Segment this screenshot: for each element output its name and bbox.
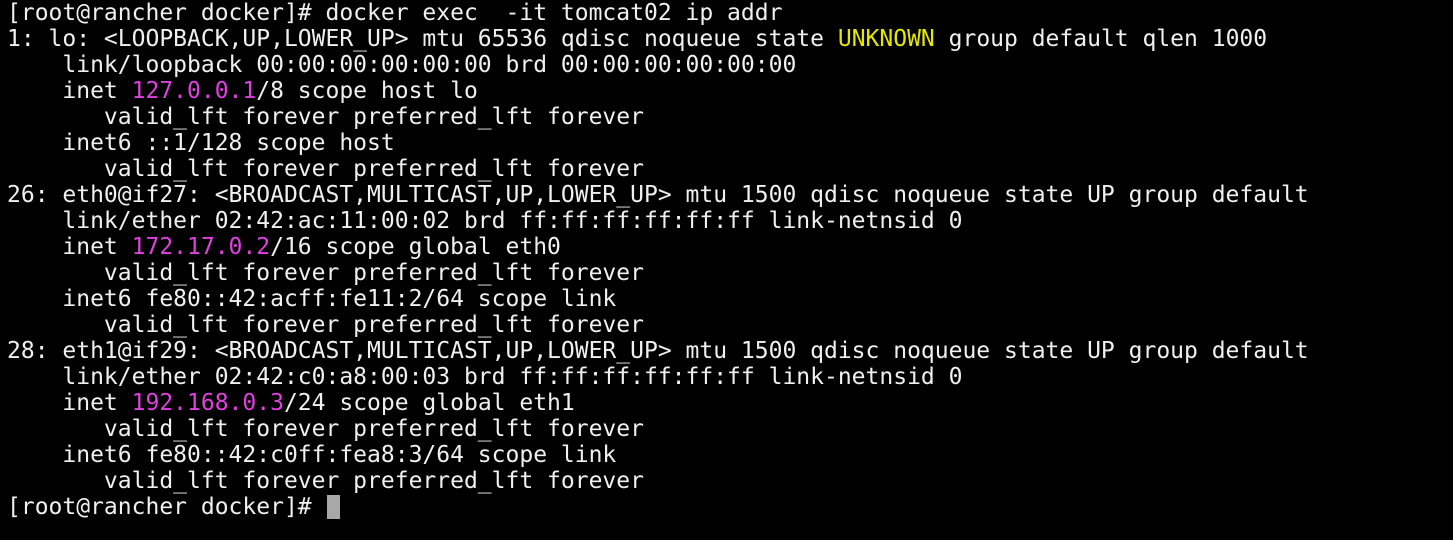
line-text: [root@rancher docker]# — [7, 494, 326, 520]
line-text: group default qlen 1000 — [934, 26, 1268, 52]
line-text: inet — [7, 390, 132, 416]
line-text: 1: lo: <LOOPBACK,UP,LOWER_UP> mtu 65536 … — [7, 26, 838, 52]
line-text: inet — [7, 78, 132, 104]
terminal-line: inet 172.17.0.2/16 scope global eth0 — [7, 234, 1453, 260]
terminal-line: inet6 ::1/128 scope host — [7, 130, 1453, 156]
line-text: valid_lft forever preferred_lft forever — [7, 104, 644, 130]
terminal-line: valid_lft forever preferred_lft forever — [7, 156, 1453, 182]
terminal-line: inet 192.168.0.3/24 scope global eth1 — [7, 390, 1453, 416]
terminal-line: valid_lft forever preferred_lft forever — [7, 260, 1453, 286]
line-text: valid_lft forever preferred_lft forever — [7, 156, 644, 182]
ip-address: 172.17.0.2 — [131, 234, 271, 260]
line-text: inet — [7, 234, 132, 260]
line-text: inet6 ::1/128 scope host — [7, 130, 395, 156]
line-text: valid_lft forever preferred_lft forever — [7, 468, 644, 494]
line-text: 26: eth0@if27: <BROADCAST,MULTICAST,UP,L… — [7, 182, 1309, 208]
ip-address: 127.0.0.1 — [131, 78, 257, 104]
line-text: /24 scope global eth1 — [283, 390, 575, 416]
ip-address: 192.168.0.3 — [131, 390, 284, 416]
terminal-line: inet6 fe80::42:acff:fe11:2/64 scope link — [7, 286, 1453, 312]
terminal-line: valid_lft forever preferred_lft forever — [7, 312, 1453, 338]
state-value: UNKNOWN — [837, 26, 935, 52]
line-text: /16 scope global eth0 — [270, 234, 561, 260]
terminal-line: [root@rancher docker]# docker exec -it t… — [7, 0, 1453, 26]
line-text: link/loopback 00:00:00:00:00:00 brd 00:0… — [7, 52, 797, 78]
terminal-line: link/loopback 00:00:00:00:00:00 brd 00:0… — [7, 52, 1453, 78]
line-text: valid_lft forever preferred_lft forever — [7, 260, 644, 286]
line-text: [root@rancher docker]# docker exec -it t… — [7, 0, 783, 26]
line-text: link/ether 02:42:c0:a8:00:03 brd ff:ff:f… — [7, 364, 963, 390]
terminal-line: inet 127.0.0.1/8 scope host lo — [7, 78, 1453, 104]
line-text: valid_lft forever preferred_lft forever — [7, 416, 644, 442]
terminal-line: link/ether 02:42:ac:11:00:02 brd ff:ff:f… — [7, 208, 1453, 234]
terminal-line: valid_lft forever preferred_lft forever — [7, 104, 1453, 130]
line-text: valid_lft forever preferred_lft forever — [7, 312, 644, 338]
terminal-line: valid_lft forever preferred_lft forever — [7, 468, 1453, 494]
cursor-block — [326, 495, 340, 519]
line-text: 28: eth1@if29: <BROADCAST,MULTICAST,UP,L… — [7, 338, 1309, 364]
terminal-line: valid_lft forever preferred_lft forever — [7, 416, 1453, 442]
terminal-window[interactable]: [root@rancher docker]# docker exec -it t… — [0, 0, 1453, 540]
terminal-line: inet6 fe80::42:c0ff:fea8:3/64 scope link — [7, 442, 1453, 468]
prompt-line: [root@rancher docker]# — [7, 494, 1453, 520]
terminal-line: 28: eth1@if29: <BROADCAST,MULTICAST,UP,L… — [7, 338, 1453, 364]
terminal-output: [root@rancher docker]# docker exec -it t… — [7, 0, 1453, 520]
line-text: link/ether 02:42:ac:11:00:02 brd ff:ff:f… — [7, 208, 963, 234]
line-text: inet6 fe80::42:c0ff:fea8:3/64 scope link — [7, 442, 617, 468]
terminal-line: 1: lo: <LOOPBACK,UP,LOWER_UP> mtu 65536 … — [7, 26, 1453, 52]
line-text: /8 scope host lo — [256, 78, 478, 104]
line-text: inet6 fe80::42:acff:fe11:2/64 scope link — [7, 286, 617, 312]
terminal-line: link/ether 02:42:c0:a8:00:03 brd ff:ff:f… — [7, 364, 1453, 390]
terminal-line: 26: eth0@if27: <BROADCAST,MULTICAST,UP,L… — [7, 182, 1453, 208]
